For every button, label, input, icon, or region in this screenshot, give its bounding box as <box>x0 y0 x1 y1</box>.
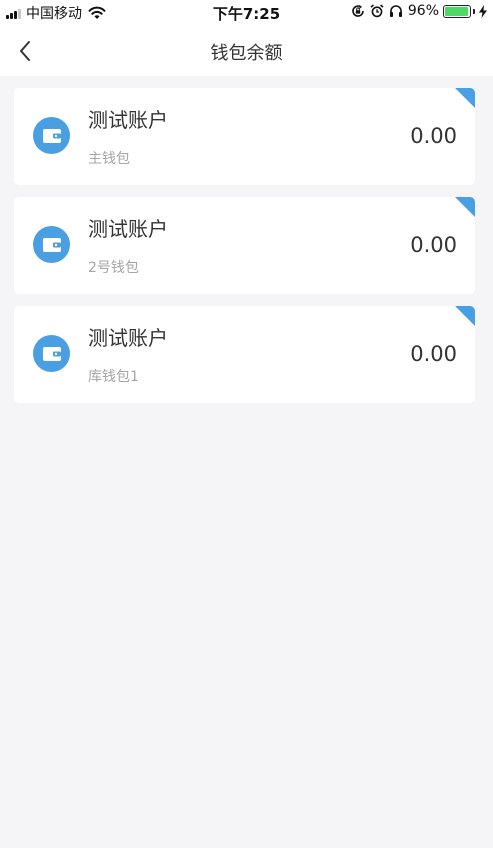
battery-icon <box>443 4 471 18</box>
corner-tag <box>455 306 475 326</box>
navigation-bar: 钱包余额 <box>0 24 493 76</box>
wallet-card[interactable]: 测试账户 库钱包1 0.00 <box>14 306 475 403</box>
wallet-amount: 0.00 <box>410 233 457 257</box>
wallet-icon <box>33 226 70 263</box>
wallet-subtitle: 库钱包1 <box>88 369 139 385</box>
rotation-lock-icon <box>352 5 364 17</box>
wallet-subtitle: 主钱包 <box>88 151 130 167</box>
wallet-icon <box>33 117 70 154</box>
wallet-icon <box>33 335 70 372</box>
corner-tag <box>455 88 475 108</box>
battery-tip <box>473 8 475 14</box>
wallet-title: 测试账户 <box>88 108 168 132</box>
wallet-amount: 0.00 <box>410 124 457 148</box>
corner-tag <box>455 197 475 217</box>
charging-icon <box>479 4 487 18</box>
wallet-title: 测试账户 <box>88 217 168 241</box>
wallet-subtitle: 2号钱包 <box>88 260 139 276</box>
battery-fill <box>445 6 468 16</box>
page-title: 钱包余额 <box>210 43 283 64</box>
wallet-title: 测试账户 <box>88 326 168 350</box>
wallet-card[interactable]: 测试账户 2号钱包 0.00 <box>14 197 475 294</box>
wallet-list: 测试账户 主钱包 0.00 测试账户 2号钱包 0.00 测试账户 库钱包1 0… <box>14 88 475 415</box>
alarm-icon <box>370 4 384 18</box>
wallet-card[interactable]: 测试账户 主钱包 0.00 <box>14 88 475 185</box>
battery-percent: 96% <box>407 3 439 19</box>
status-right: 96% <box>351 3 487 19</box>
wallet-amount: 0.00 <box>410 342 457 366</box>
headphones-icon <box>389 5 402 17</box>
status-bar: 中国移动 下午7:25 96% <box>0 0 493 24</box>
